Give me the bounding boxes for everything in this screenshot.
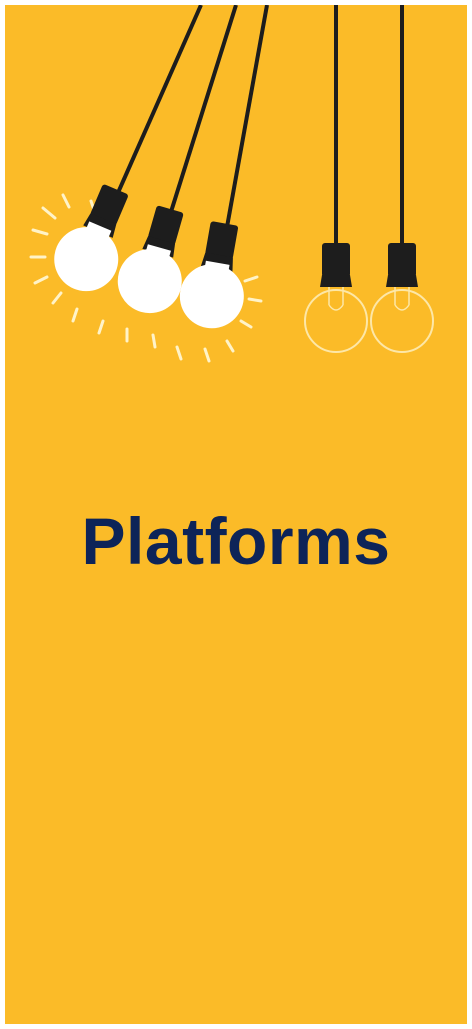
unlit-bulb-icon	[304, 5, 368, 353]
lit-bulb-icon	[54, 5, 203, 292]
page-title: Platforms	[81, 504, 391, 578]
hanging-bulbs-illustration	[29, 5, 434, 363]
platforms-banner: Platforms	[5, 5, 467, 1024]
unlit-bulb-icon	[370, 5, 434, 353]
